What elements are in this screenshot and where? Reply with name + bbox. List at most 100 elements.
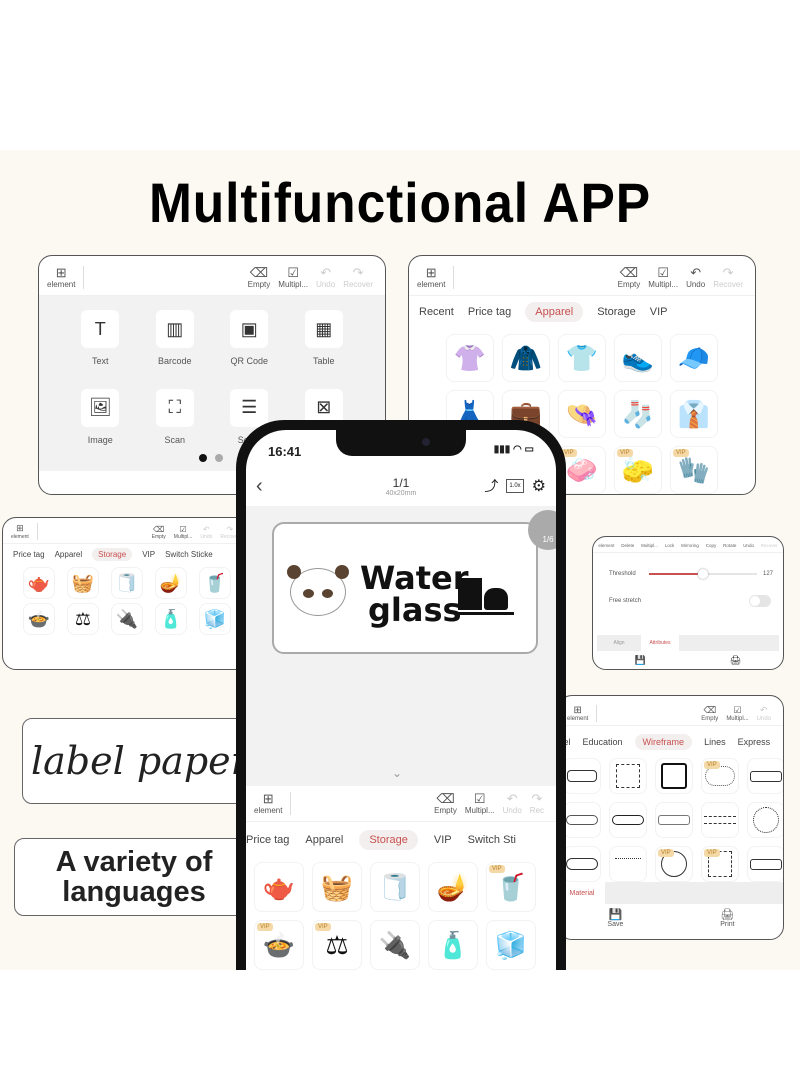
- tab-vip[interactable]: VIP: [434, 834, 452, 846]
- tab-storage[interactable]: Storage: [597, 306, 636, 318]
- tab-vip[interactable]: VIP: [142, 550, 155, 559]
- free-stretch-toggle[interactable]: [749, 595, 771, 607]
- threshold-slider[interactable]: [649, 569, 757, 579]
- element-button[interactable]: ⊞ element: [11, 523, 38, 540]
- settings-icon[interactable]: ⚙: [532, 476, 546, 496]
- empty-button[interactable]: ⌫ Empty: [248, 266, 271, 290]
- frame-item[interactable]: VIP: [701, 846, 739, 882]
- empty-button[interactable]: ⌫ Empty: [701, 705, 718, 722]
- sticker-spray[interactable]: 🧴: [428, 920, 478, 970]
- sticker-hat[interactable]: 👒: [558, 390, 606, 438]
- print-button[interactable]: 🖨 Print: [720, 908, 734, 928]
- tool-delete[interactable]: Delete: [621, 543, 634, 548]
- frame-item[interactable]: [563, 802, 601, 838]
- label-preview[interactable]: Water glass: [272, 522, 538, 654]
- tab-storage[interactable]: Storage: [359, 830, 418, 850]
- multiple-button[interactable]: ☑ Multipl...: [726, 705, 748, 722]
- sticker-toilet-paper[interactable]: 🧻: [111, 567, 143, 599]
- tab-price-tag[interactable]: Price tag: [246, 834, 289, 846]
- sticker-cap[interactable]: 🧢: [670, 334, 718, 382]
- tab-align[interactable]: Align: [597, 635, 641, 651]
- tab-price-tag[interactable]: Price tag: [468, 306, 511, 318]
- undo-button[interactable]: ↶ Undo: [200, 525, 212, 540]
- tab-lines[interactable]: Lines: [704, 737, 726, 747]
- tab-attributes[interactable]: Attributes: [641, 635, 679, 651]
- save-button[interactable]: 💾 Save: [607, 908, 623, 928]
- empty-button[interactable]: ⌫ Empty: [152, 525, 166, 540]
- undo-button[interactable]: ↶ Undo: [686, 266, 705, 290]
- tab-express[interactable]: Express: [738, 737, 771, 747]
- element-qr-code[interactable]: ▣ QR Code: [212, 310, 287, 379]
- element-table[interactable]: ▦ Table: [287, 310, 362, 379]
- tab-apparel[interactable]: Apparel: [55, 550, 83, 559]
- back-icon[interactable]: ‹: [256, 475, 263, 498]
- tab-education[interactable]: Education: [583, 737, 623, 747]
- empty-button[interactable]: ⌫ Empty: [618, 266, 641, 290]
- tab-switch-sticker[interactable]: Switch Sticke: [165, 550, 213, 559]
- tab-switch-sticker[interactable]: Switch Sti: [468, 834, 516, 846]
- sticker-kettle[interactable]: 🫖: [23, 567, 55, 599]
- frame-item[interactable]: VIP: [701, 758, 739, 794]
- tab-apparel[interactable]: Apparel: [305, 834, 343, 846]
- frame-item[interactable]: [609, 758, 647, 794]
- element-image[interactable]: 🖼 Image: [63, 388, 138, 458]
- sticker-plug[interactable]: 🔌: [111, 603, 143, 635]
- sticker-washer[interactable]: 🧺: [312, 862, 362, 912]
- recover-button[interactable]: ↷ Rec: [530, 792, 544, 816]
- element-text[interactable]: T Text: [63, 310, 138, 379]
- rotate-icon[interactable]: ⤴: [484, 476, 498, 496]
- tool-copy[interactable]: Copy: [706, 543, 717, 548]
- editor-canvas[interactable]: Water glass 1/6 ⌄: [246, 506, 556, 786]
- sticker-blouse[interactable]: 👚: [446, 334, 494, 382]
- frame-item[interactable]: [563, 846, 601, 882]
- sticker-pot[interactable]: 🍲: [23, 603, 55, 635]
- slider-knob[interactable]: [697, 569, 708, 579]
- frame-item[interactable]: [747, 846, 783, 882]
- sticker-fridge[interactable]: 🧊: [199, 603, 231, 635]
- tab-wireframe[interactable]: Wireframe: [634, 734, 693, 750]
- multiple-button[interactable]: ☑ Multipl...: [465, 792, 495, 816]
- tab-vip[interactable]: VIP: [650, 306, 668, 318]
- sticker-scale[interactable]: VIP ⚖: [312, 920, 362, 970]
- empty-button[interactable]: ⌫ Empty: [434, 792, 457, 816]
- frame-item[interactable]: [747, 802, 783, 838]
- recover-button[interactable]: ↷ Recover: [713, 266, 743, 290]
- element-button[interactable]: ⊞ element: [417, 266, 455, 289]
- tool-lock[interactable]: Lock: [665, 543, 675, 548]
- tab-apparel[interactable]: Apparel: [525, 302, 584, 322]
- tool-multiple[interactable]: Multipl...: [641, 543, 658, 548]
- frame-item[interactable]: VIP: [655, 846, 693, 882]
- tool-element[interactable]: element: [598, 543, 614, 548]
- element-button[interactable]: ⊞ element: [567, 705, 598, 722]
- sticker-fridge[interactable]: 🧊: [486, 920, 536, 970]
- frame-item[interactable]: [609, 846, 647, 882]
- sticker-onesie[interactable]: 👕: [558, 334, 606, 382]
- sticker-scale[interactable]: ⚖: [67, 603, 99, 635]
- recover-button[interactable]: ↷ Recover: [343, 266, 373, 290]
- multiple-button[interactable]: ☑ Multipl...: [174, 525, 193, 540]
- collapse-chevron-icon[interactable]: ⌄: [392, 766, 402, 780]
- sticker-gloves[interactable]: VIP 🧤: [670, 446, 718, 494]
- undo-button[interactable]: ↶ Undo: [503, 792, 522, 816]
- element-scan[interactable]: ⛶ Scan: [138, 388, 213, 458]
- sticker-socks[interactable]: 🧦: [614, 390, 662, 438]
- undo-button[interactable]: ↶ Undo: [316, 266, 335, 290]
- tool-recover[interactable]: Recover: [761, 543, 778, 548]
- zoom-button[interactable]: 1.0x: [506, 479, 524, 493]
- sticker-blender[interactable]: 🥤: [199, 567, 231, 599]
- multiple-button[interactable]: ☑ Multipl...: [648, 266, 678, 290]
- sticker-iron[interactable]: VIP 🧽: [614, 446, 662, 494]
- undo-button[interactable]: ↶ Undo: [757, 705, 771, 722]
- sticker-spray[interactable]: 🧴: [155, 603, 187, 635]
- frame-item[interactable]: [747, 758, 783, 794]
- element-barcode[interactable]: ▥ Barcode: [138, 310, 213, 379]
- sticker-lamp[interactable]: 🪔: [428, 862, 478, 912]
- frame-item[interactable]: [655, 758, 693, 794]
- frame-item[interactable]: [701, 802, 739, 838]
- sticker-pot[interactable]: VIP 🍲: [254, 920, 304, 970]
- dot[interactable]: [215, 454, 223, 462]
- save-icon[interactable]: 💾: [635, 655, 646, 666]
- tool-undo[interactable]: Undo: [743, 543, 754, 548]
- sticker-plug[interactable]: 🔌: [370, 920, 420, 970]
- sticker-lamp[interactable]: 🪔: [155, 567, 187, 599]
